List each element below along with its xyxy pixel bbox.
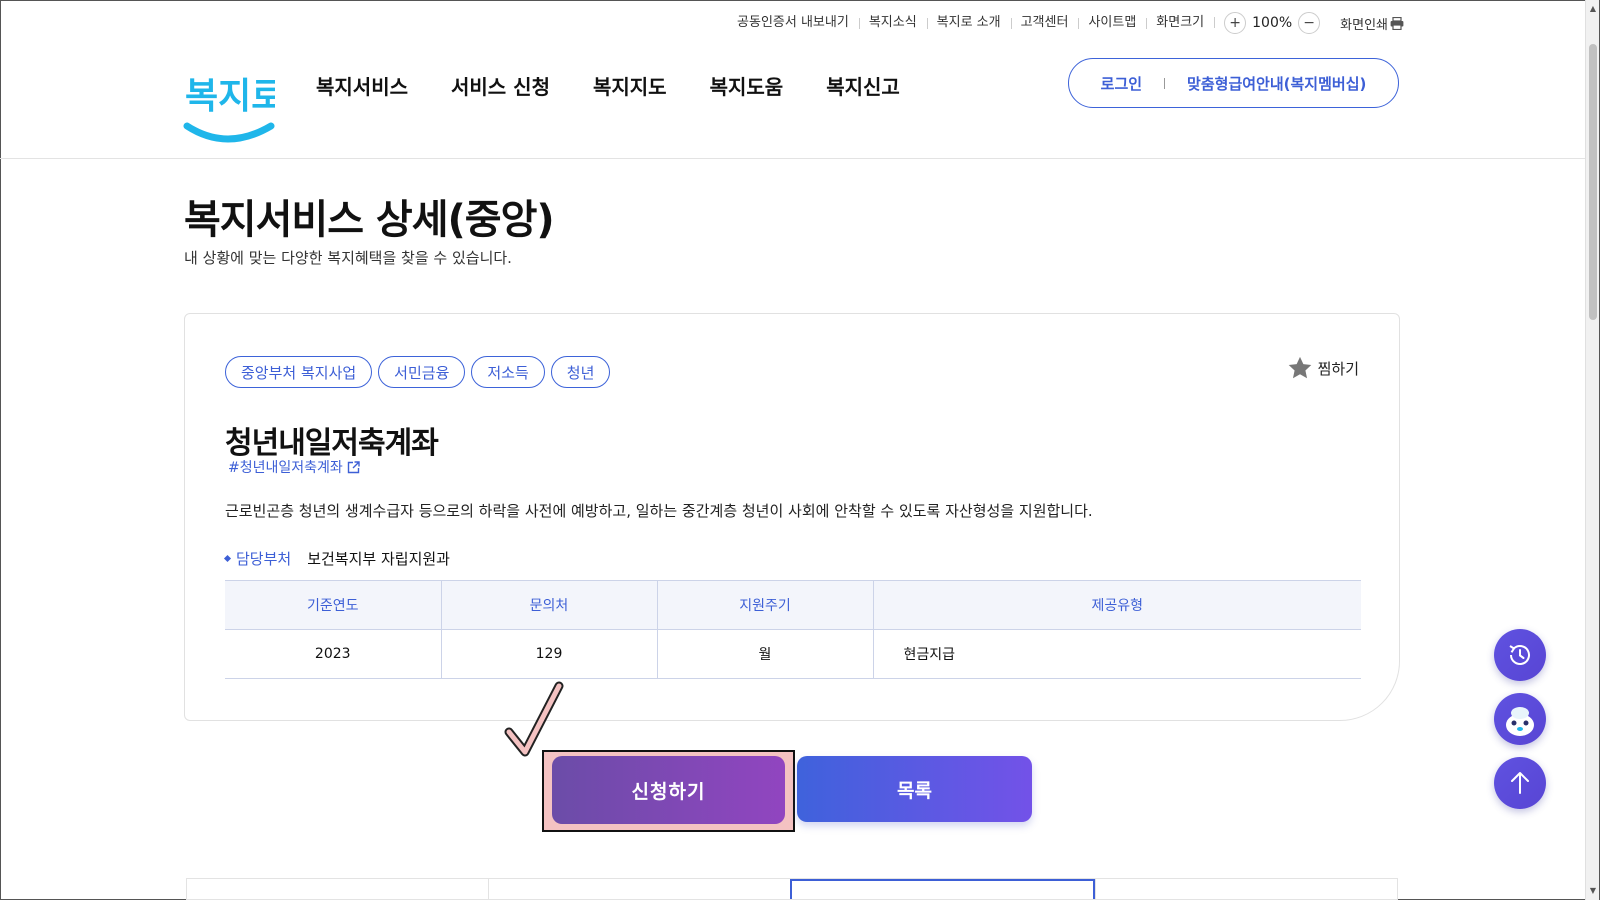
membership-link[interactable]: 맞춤형급여안내(복지멤버십) [1187, 73, 1366, 94]
table-cell-type: 현금지급 [872, 629, 1361, 679]
zoom-level: 100% [1252, 15, 1293, 31]
table-cell-year: 2023 [225, 629, 441, 679]
table-header-contact: 문의처 [440, 580, 657, 630]
external-link-icon [347, 460, 360, 473]
site-logo[interactable]: 복지로 [183, 56, 284, 144]
table-cell-contact: 129 [440, 629, 657, 679]
util-cert-export-link[interactable]: 공동인증서 내보내기 [727, 13, 859, 33]
detail-tab-active[interactable] [790, 879, 1095, 899]
chatbot-button[interactable] [1494, 693, 1546, 745]
favorite-button[interactable]: 찜하기 [1287, 356, 1359, 381]
department-row: 담당부처 보건복지부 자립지원과 [225, 548, 450, 569]
history-icon [1509, 645, 1530, 665]
tag-low-income[interactable]: 저소득 [471, 356, 545, 388]
table-header-type: 제공유형 [872, 580, 1361, 630]
service-hashtag-link[interactable]: #청년내일저축계좌 [228, 457, 360, 477]
nav-welfare-help[interactable]: 복지도움 [710, 71, 784, 100]
nav-service-apply[interactable]: 서비스 신청 [451, 71, 550, 100]
detail-tab[interactable] [187, 879, 488, 899]
detail-tabs [186, 878, 1398, 900]
login-link[interactable]: 로그인 [1101, 73, 1142, 94]
apply-button-highlight: 신청하기 [542, 750, 795, 832]
service-card: 중앙부처 복지사업 서민금융 저소득 청년 찜하기 청년내일저축계좌 #청년내일… [184, 313, 1400, 721]
util-news-link[interactable]: 복지소식 [858, 13, 927, 33]
nav-welfare-report[interactable]: 복지신고 [826, 71, 900, 100]
arrow-up-icon [1511, 772, 1529, 794]
department-label: 담당부처 [225, 548, 291, 569]
bokjiro-logo-icon: 복지로 [183, 76, 284, 143]
site-header: 복지로 복지서비스 서비스 신청 복지지도 복지도움 복지신고 로그인 맞춤형급… [0, 42, 1585, 159]
util-customer-center-link[interactable]: 고객센터 [1010, 13, 1079, 33]
print-label: 화면인쇄 [1340, 17, 1388, 33]
login-divider [1164, 77, 1166, 89]
star-icon [1288, 356, 1311, 379]
checkmark-annotation-icon [504, 681, 564, 757]
scroll-top-button[interactable] [1494, 757, 1546, 809]
print-button[interactable]: 화면인쇄 [1330, 14, 1404, 33]
zoom-control: + 100% − [1214, 12, 1330, 34]
zoom-in-button[interactable]: + [1224, 12, 1247, 34]
service-hashtag: #청년내일저축계좌 [228, 460, 343, 476]
chatbot-mascot-icon [1506, 707, 1534, 736]
service-info-table: 기준연도 문의처 지원주기 제공유형 2023 129 월 현금지급 [225, 580, 1361, 679]
department-value: 보건복지부 자립지원과 [307, 550, 450, 568]
logo-text: 복지로 [185, 76, 275, 117]
tag-list: 중앙부처 복지사업 서민금융 저소득 청년 [225, 356, 611, 388]
nav-welfare-service[interactable]: 복지서비스 [316, 71, 408, 100]
favorite-label: 찜하기 [1317, 360, 1359, 378]
service-description: 근로빈곤층 청년의 생계수급자 등으로의 하락을 사전에 예방하고, 일하는 중… [225, 502, 1093, 520]
main-nav: 복지서비스 서비스 신청 복지지도 복지도움 복지신고 [316, 71, 900, 100]
table-header-year: 기준연도 [225, 580, 441, 630]
page-scrollbar[interactable]: ▲ ▼ [1585, 0, 1599, 900]
detail-tab[interactable] [1095, 879, 1397, 899]
table-header-row: 기준연도 문의처 지원주기 제공유형 [225, 580, 1361, 630]
list-button[interactable]: 목록 [797, 756, 1032, 822]
table-header-cycle: 지원주기 [656, 580, 873, 630]
table-row: 2023 129 월 현금지급 [225, 629, 1361, 679]
tag-central-ministry[interactable]: 중앙부처 복지사업 [225, 356, 373, 388]
utility-bar: 공동인증서 내보내기 복지소식 복지로 소개 고객센터 사이트맵 화면크기 + … [727, 12, 1404, 34]
tag-youth[interactable]: 청년 [550, 356, 611, 388]
scroll-down-arrow-icon[interactable]: ▼ [1588, 886, 1598, 896]
detail-tab[interactable] [488, 879, 790, 899]
util-sitemap-link[interactable]: 사이트맵 [1078, 13, 1146, 33]
table-cell-cycle: 월 [656, 629, 873, 679]
apply-button[interactable]: 신청하기 [552, 756, 785, 824]
scroll-up-arrow-icon[interactable]: ▲ [1588, 4, 1598, 14]
history-button[interactable] [1494, 629, 1546, 681]
printer-icon [1390, 16, 1404, 30]
util-screen-size-label: 화면크기 [1146, 13, 1214, 33]
nav-welfare-map[interactable]: 복지지도 [593, 71, 667, 100]
util-about-link[interactable]: 복지로 소개 [926, 13, 1011, 33]
page-title: 복지서비스 상세(중앙) [184, 197, 555, 243]
tag-finance[interactable]: 서민금융 [378, 356, 466, 388]
login-box: 로그인 맞춤형급여안내(복지멤버십) [1068, 58, 1399, 108]
zoom-out-button[interactable]: − [1298, 12, 1321, 34]
scrollbar-thumb[interactable] [1589, 44, 1597, 320]
page-subtitle: 내 상황에 맞는 다양한 복지혜택을 찾을 수 있습니다. [184, 249, 512, 267]
service-name: 청년내일저축계좌 [225, 426, 439, 461]
